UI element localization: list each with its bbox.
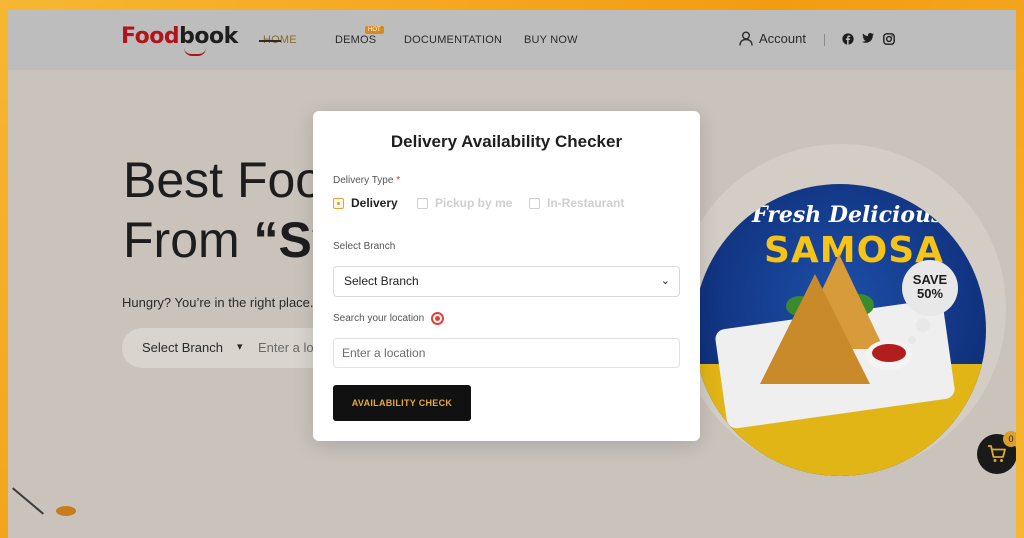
availability-check-button[interactable]: AVAILABILITY CHECK xyxy=(333,385,471,421)
logo-part-food: Food xyxy=(121,24,180,49)
save-badge: SAVE 50% xyxy=(902,260,958,316)
account-link[interactable]: Account xyxy=(739,31,806,46)
instagram-icon[interactable] xyxy=(883,33,895,45)
nav-home[interactable]: HOME xyxy=(259,34,297,46)
option-delivery-label: Delivery xyxy=(351,196,398,210)
logo-smile-icon xyxy=(184,48,206,56)
promo-tagline: Fresh Delicious xyxy=(752,202,944,228)
hero-title: Best Foo From “Sy xyxy=(123,150,340,270)
twitter-icon[interactable] xyxy=(862,33,874,44)
samosa-image xyxy=(760,274,870,384)
hero-subtitle: Hungry? You’re in the right place... xyxy=(122,295,321,310)
account-label: Account xyxy=(759,31,806,46)
required-mark: * xyxy=(396,175,401,186)
hero-title-line2: From “Sy xyxy=(123,210,340,270)
sauce-image xyxy=(872,344,906,362)
hero-title-prefix: From xyxy=(123,212,254,268)
logo[interactable]: Foodbook xyxy=(121,24,238,49)
cart-icon xyxy=(988,445,1006,462)
crosshair-icon[interactable] xyxy=(431,312,444,325)
option-pickup-label: Pickup by me xyxy=(435,196,513,210)
location-input[interactable] xyxy=(333,338,680,368)
option-in-restaurant-label: In-Restaurant xyxy=(547,196,625,210)
save-badge-line2: 50% xyxy=(916,286,944,301)
delivery-type-label: Delivery Type * xyxy=(333,175,400,186)
chevron-down-icon: ▾ xyxy=(237,341,243,353)
location-label: Search your location xyxy=(333,313,425,324)
facebook-icon[interactable] xyxy=(842,33,854,45)
modal-title: Delivery Availability Checker xyxy=(390,132,623,151)
bubble-decoration xyxy=(916,318,930,332)
delivery-checker-modal: Delivery Availability Checker Delivery T… xyxy=(313,111,700,441)
user-icon xyxy=(739,31,753,46)
option-delivery[interactable]: Delivery xyxy=(333,196,398,210)
cart-count-badge: 0 xyxy=(1003,431,1016,447)
hero-branch-select[interactable]: Select Branch xyxy=(142,340,223,355)
nav-buy-now[interactable]: BUY NOW xyxy=(524,34,578,46)
promo-banner: Fresh Delicious SAMOSA SAVE 50% xyxy=(694,184,986,476)
header-divider xyxy=(824,34,825,46)
chevron-down-icon: ⌄ xyxy=(660,275,670,287)
branch-select-value: Select Branch xyxy=(344,274,419,288)
logo-part-book: book xyxy=(179,24,238,49)
checkbox-pickup[interactable] xyxy=(417,197,428,209)
delivery-type-text: Delivery Type xyxy=(333,175,394,186)
option-pickup[interactable]: Pickup by me xyxy=(417,196,512,210)
nav-demos[interactable]: DEMOS xyxy=(335,34,376,46)
hero-title-line1: Best Foo xyxy=(123,152,324,208)
branch-select[interactable]: Select Branch ⌄ xyxy=(333,266,680,297)
bubble-decoration xyxy=(908,336,916,344)
hot-badge: HOT xyxy=(365,26,384,34)
decorative-blob xyxy=(56,506,76,516)
nav-documentation[interactable]: DOCUMENTATION xyxy=(404,34,502,46)
hero-location-input[interactable]: Enter a loc xyxy=(258,340,320,355)
checkbox-delivery[interactable] xyxy=(333,197,344,209)
site-header: Foodbook HOME DEMOS HOT DOCUMENTATION BU… xyxy=(8,10,1016,70)
checkbox-in-restaurant[interactable] xyxy=(529,197,540,209)
save-badge-line1: SAVE xyxy=(912,272,948,287)
option-in-restaurant[interactable]: In-Restaurant xyxy=(529,196,624,210)
branch-label: Select Branch xyxy=(333,241,396,252)
